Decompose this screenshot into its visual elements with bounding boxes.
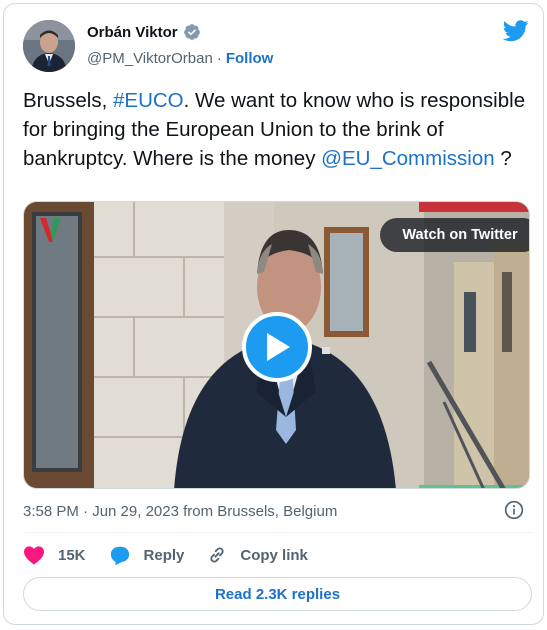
hashtag-link[interactable]: #EUCO <box>113 89 184 112</box>
play-button[interactable] <box>242 312 312 382</box>
like-button[interactable]: 15K <box>23 545 86 565</box>
play-icon <box>267 333 290 361</box>
tweet-timestamp[interactable]: 3:58 PM · Jun 29, 2023 from Brussels, Be… <box>23 503 337 520</box>
tweet-text-prefix: Brussels, <box>23 89 113 112</box>
copy-link-button[interactable]: Copy link <box>207 545 308 565</box>
copy-link-label: Copy link <box>240 546 308 564</box>
author-handle[interactable]: @PM_ViktorOrban <box>87 50 213 67</box>
avatar[interactable] <box>23 20 75 72</box>
info-icon[interactable] <box>504 500 524 520</box>
verified-badge-icon <box>183 24 200 40</box>
read-replies-button[interactable]: Read 2.3K replies <box>23 577 532 611</box>
link-icon <box>210 547 224 563</box>
reply-button[interactable]: Reply <box>109 545 185 566</box>
handle-separator: · <box>216 50 222 67</box>
author-name[interactable]: Orbán Viktor <box>87 24 178 41</box>
video-player[interactable]: Watch on Twitter <box>23 201 530 489</box>
tweet-text: Brussels, #EUCO. We want to know who is … <box>23 86 528 173</box>
mention-link[interactable]: @EU_Commission <box>321 147 494 170</box>
follow-button[interactable]: Follow <box>226 50 274 67</box>
divider <box>23 532 532 533</box>
action-bar: 15K Reply Copy link <box>23 542 331 568</box>
author-name-row: Orbán Viktor <box>87 23 201 41</box>
tweet-card: Orbán Viktor @PM_ViktorOrban · Follow Br… <box>3 3 544 625</box>
reply-label: Reply <box>143 546 185 564</box>
author-handle-row: @PM_ViktorOrban · Follow <box>87 50 273 67</box>
twitter-bird-icon[interactable] <box>503 20 529 42</box>
reply-bubble-icon <box>110 546 129 565</box>
like-count: 15K <box>58 546 86 564</box>
watch-on-twitter-button[interactable]: Watch on Twitter <box>380 218 529 252</box>
heart-icon <box>24 546 44 565</box>
tweet-text-suffix: ? <box>494 147 512 170</box>
